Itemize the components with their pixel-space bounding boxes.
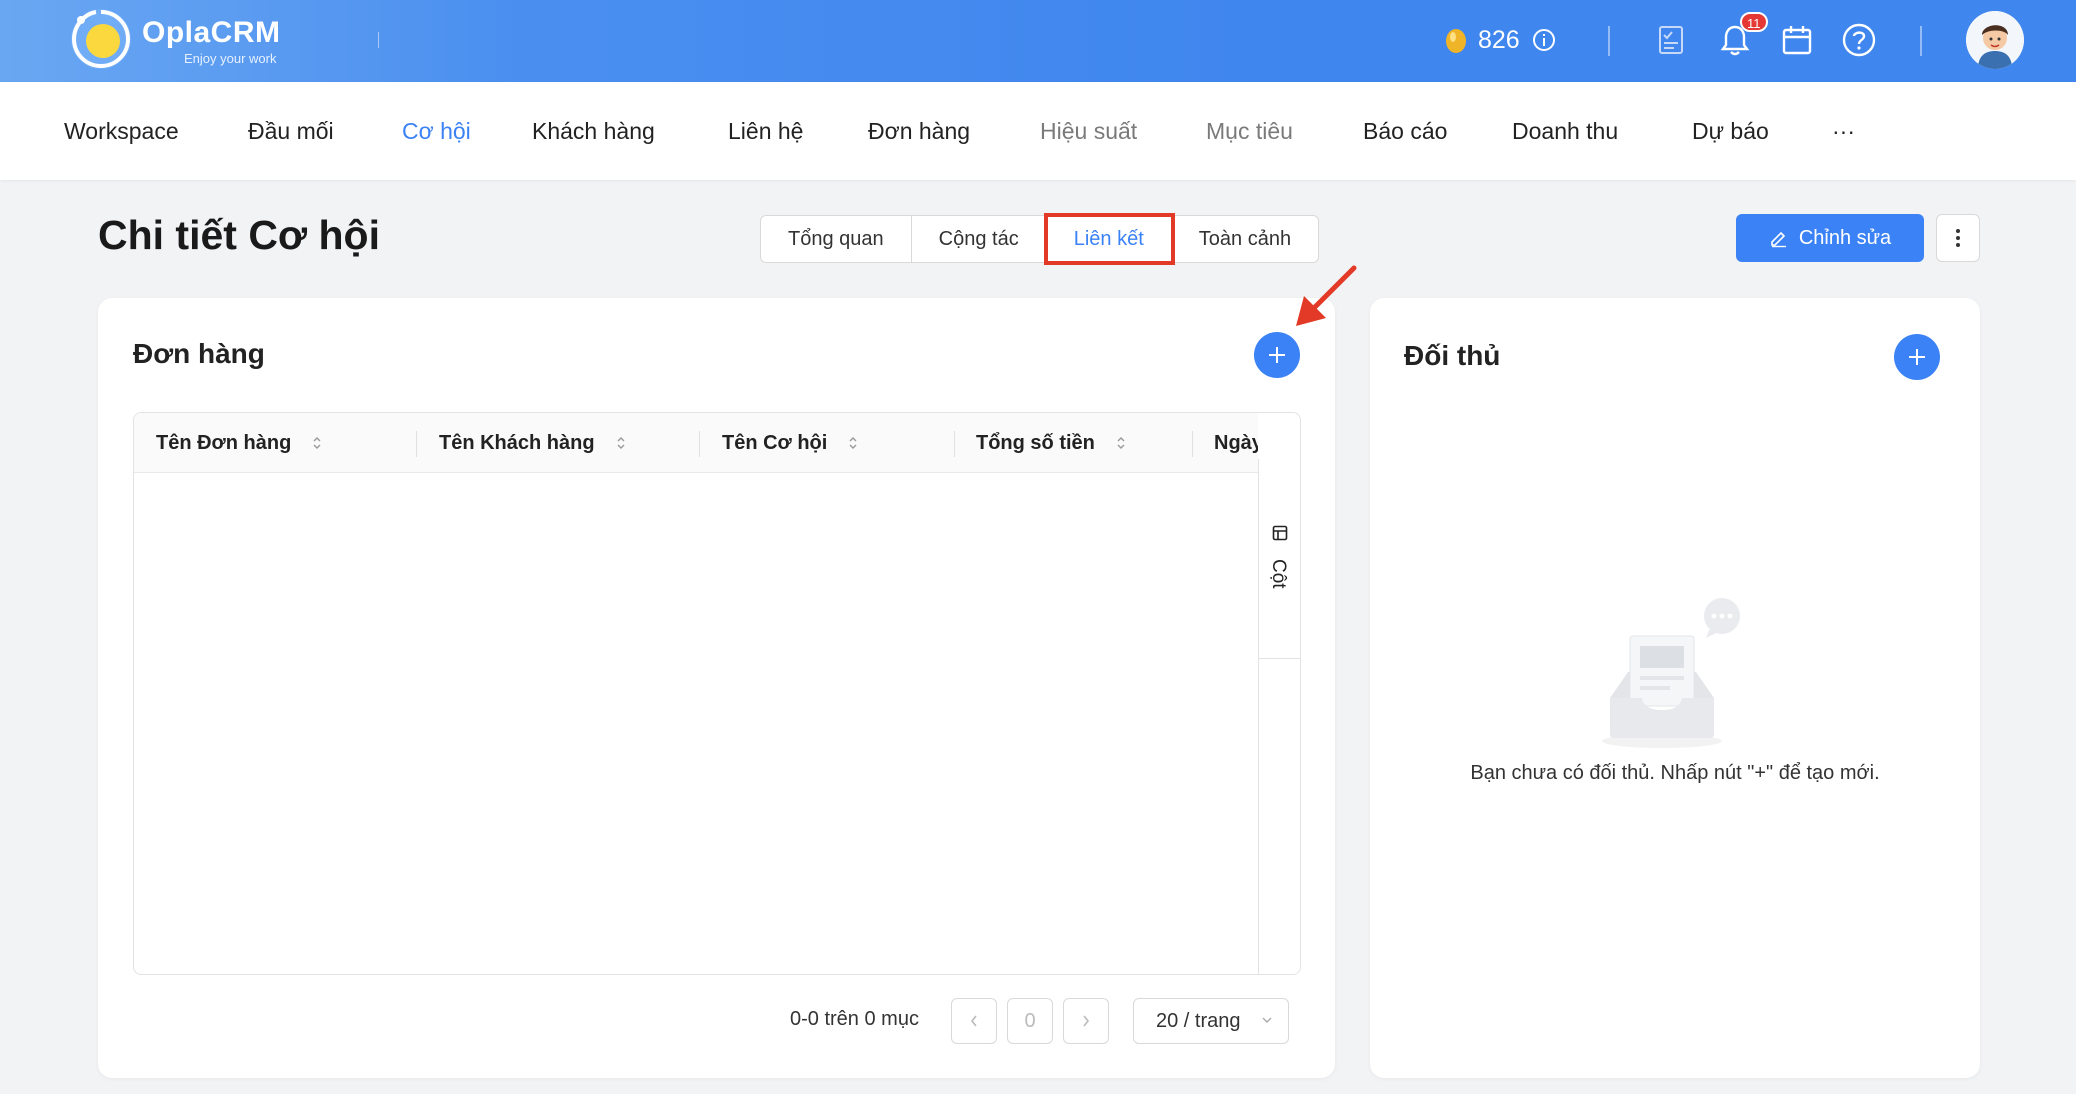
nav-more-button[interactable]: ···	[1832, 118, 1855, 145]
top-bar: OplaCRM Enjoy your work 826 11	[0, 0, 2076, 82]
gold-egg-icon	[1446, 29, 1466, 53]
nav-item-workspace[interactable]: Workspace	[64, 118, 179, 145]
empty-state-message: Bạn chưa có đối thủ. Nhấp nút "+" để tạo…	[1470, 762, 1880, 784]
page-title: Chi tiết Cơ hội	[98, 212, 380, 258]
column-header-total-amount[interactable]: Tổng số tiền	[976, 413, 1127, 473]
column-divider	[1192, 431, 1193, 457]
divider	[1920, 26, 1922, 56]
column-header-customer-name[interactable]: Tên Khách hàng	[439, 413, 627, 473]
vertical-dots-icon	[1956, 229, 1960, 247]
chevron-right-icon	[1083, 1015, 1090, 1027]
column-settings-panel: Cột	[1258, 459, 1300, 974]
nav-item-performance[interactable]: Hiệu suất	[1040, 118, 1137, 145]
table-header: Tên Đơn hàng Tên Khách hàng Tên Cơ hội T…	[134, 413, 1258, 473]
nav-item-contacts[interactable]: Liên hệ	[728, 118, 803, 145]
plus-icon	[1909, 349, 1925, 365]
edit-button-label: Chỉnh sửa	[1798, 226, 1892, 249]
add-competitor-button[interactable]	[1894, 334, 1940, 380]
calendar-icon[interactable]	[1778, 20, 1816, 60]
nav-item-orders[interactable]: Đơn hàng	[868, 118, 970, 145]
table-icon	[1272, 525, 1288, 541]
user-avatar[interactable]	[1966, 11, 2024, 69]
sort-icon[interactable]	[311, 434, 323, 452]
page-size-value: 20 / trang	[1156, 1009, 1241, 1032]
tab-collaboration[interactable]: Cộng tác	[911, 216, 1047, 262]
annotation-arrow-icon	[1296, 265, 1357, 326]
checklist-icon[interactable]	[1652, 20, 1690, 60]
sort-icon[interactable]	[615, 434, 627, 452]
notification-badge: 11	[1740, 12, 1768, 32]
column-divider	[416, 431, 417, 457]
column-label: Tên Cơ hội	[722, 431, 828, 454]
info-icon[interactable]	[1532, 28, 1556, 52]
main-nav: Workspace Đầu mối Cơ hội Khách hàng Liên…	[0, 82, 2076, 180]
column-header-order-name[interactable]: Tên Đơn hàng	[156, 413, 323, 473]
tab-overview[interactable]: Tổng quan	[761, 216, 912, 262]
nav-item-reports[interactable]: Báo cáo	[1363, 118, 1447, 145]
competitors-title: Đối thủ	[1404, 340, 1501, 371]
column-header-opportunity-name[interactable]: Tên Cơ hội	[722, 413, 859, 473]
column-label: Ngày	[1214, 431, 1258, 454]
orders-table: Tên Đơn hàng Tên Khách hàng Tên Cơ hội T…	[133, 412, 1301, 975]
column-label: Tổng số tiền	[976, 431, 1095, 454]
coin-count: 826	[1478, 25, 1520, 54]
plus-icon	[1269, 347, 1285, 363]
sort-icon[interactable]	[847, 434, 859, 452]
nav-item-opportunities[interactable]: Cơ hội	[402, 118, 471, 145]
help-icon[interactable]	[1840, 20, 1878, 60]
tab-links[interactable]: Liên kết	[1043, 213, 1175, 265]
next-page-button[interactable]	[1063, 998, 1109, 1044]
brand-tagline: Enjoy your work	[184, 51, 277, 66]
chevron-down-icon	[1262, 1017, 1272, 1023]
column-toggle-tab[interactable]: Cột	[1259, 459, 1300, 659]
column-label: Tên Đơn hàng	[156, 431, 292, 454]
edit-button[interactable]: Chỉnh sửa	[1736, 214, 1924, 262]
empty-inbox-icon	[1602, 598, 1740, 748]
add-order-button[interactable]	[1254, 332, 1300, 378]
nav-item-goals[interactable]: Mục tiêu	[1206, 118, 1293, 145]
chevron-left-icon	[970, 1015, 977, 1027]
brand-logo[interactable]: OplaCRM Enjoy your work	[68, 6, 368, 74]
logo-icon	[71, 9, 131, 69]
nav-item-leads[interactable]: Đầu mối	[248, 118, 334, 145]
coin-balance[interactable]: 826	[1444, 20, 1556, 60]
pencil-icon	[1771, 231, 1786, 248]
brand-name: OplaCRM	[142, 16, 281, 49]
column-label: Tên Khách hàng	[439, 431, 595, 454]
nav-item-forecast[interactable]: Dự báo	[1692, 118, 1769, 145]
more-options-button[interactable]	[1936, 214, 1980, 262]
nav-item-revenue[interactable]: Doanh thu	[1512, 118, 1618, 145]
competitors-card: Đối thủ Bạn chưa có đối thủ. Nhấp nút "+…	[1370, 298, 1980, 1078]
current-page[interactable]: 0	[1007, 998, 1053, 1044]
column-divider	[699, 431, 700, 457]
divider	[1608, 26, 1610, 56]
column-toggle-label: Cột	[1268, 559, 1289, 589]
sort-icon[interactable]	[1115, 434, 1127, 452]
page-size-select[interactable]: 20 / trang	[1133, 998, 1289, 1044]
column-header-date[interactable]: Ngày	[1214, 413, 1258, 473]
detail-tabs: Tổng quan Cộng tác Liên kết Toàn cảnh	[760, 213, 1320, 265]
divider	[378, 32, 379, 48]
orders-title: Đơn hàng	[133, 338, 265, 369]
nav-item-customers[interactable]: Khách hàng	[532, 118, 655, 145]
pagination-info: 0-0 trên 0 mục	[790, 1008, 919, 1030]
column-divider	[954, 431, 955, 457]
prev-page-button[interactable]	[951, 998, 997, 1044]
tab-full-view[interactable]: Toàn cảnh	[1171, 216, 1319, 262]
orders-card: Đơn hàng Tên Đơn hàng Tên Khách hàng Tên…	[98, 298, 1335, 1078]
